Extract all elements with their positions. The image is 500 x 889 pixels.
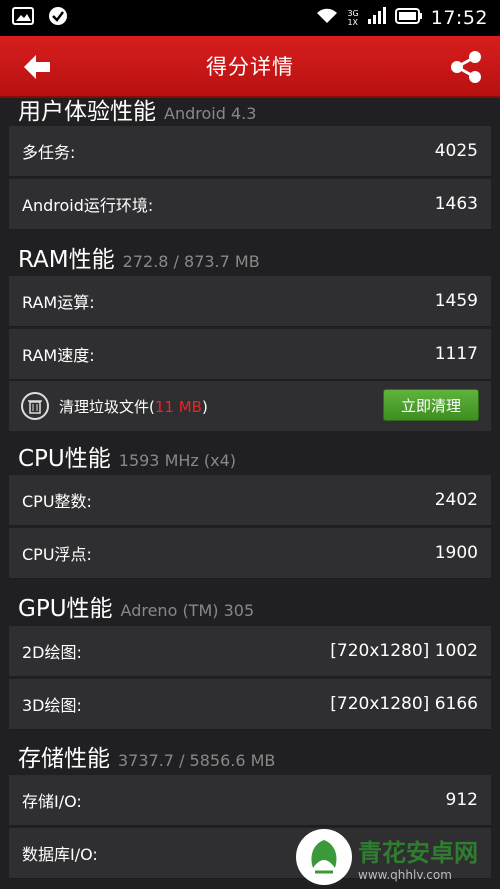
clean-now-button[interactable]: 立即清理 xyxy=(383,389,479,421)
check-icon xyxy=(48,6,68,30)
clock: 17:52 xyxy=(430,7,488,29)
section-header-gpu: GPU性能 Adreno (TM) 305 xyxy=(18,596,255,622)
image-icon xyxy=(12,7,34,29)
page-title: 得分详情 xyxy=(206,55,294,79)
watermark-url: www.qhhlv.com xyxy=(358,867,452,882)
score-row-ram-speed: RAM速度: 1117 xyxy=(9,329,491,380)
score-row-cpu-float: CPU浮点: 1900 xyxy=(9,528,491,579)
network-type: 3G 1X xyxy=(347,9,359,27)
trash-icon xyxy=(21,392,49,420)
section-header-ux: 用户体验性能 Android 4.3 xyxy=(18,99,257,125)
signal-icon xyxy=(367,6,387,30)
share-icon[interactable] xyxy=(448,49,484,85)
watermark: 青花安卓网 www.qhhlv.com xyxy=(290,825,500,889)
junk-size: 11 MB xyxy=(154,397,202,416)
score-row-multitask: 多任务: 4025 xyxy=(9,126,491,177)
watermark-name: 青花安卓网 xyxy=(358,838,478,867)
status-bar: 3G 1X 17:52 xyxy=(0,0,500,36)
score-row-2d-graphics: 2D绘图: [720x1280] 1002 xyxy=(9,626,491,677)
clean-junk-row: 清理垃圾文件(11 MB) 立即清理 xyxy=(9,381,491,431)
score-row-android-runtime: Android运行环境: 1463 xyxy=(9,179,491,230)
clean-junk-label: 清理垃圾文件(11 MB) xyxy=(59,397,208,416)
wifi-icon xyxy=(315,7,339,30)
back-arrow-icon[interactable] xyxy=(20,50,54,84)
score-list[interactable]: 用户体验性能 Android 4.3 多任务: 4025 Android运行环境… xyxy=(0,98,500,889)
app-bar: 得分详情 xyxy=(0,36,500,98)
score-row-ram-ops: RAM运算: 1459 xyxy=(9,276,491,327)
section-header-storage: 存储性能 3737.7 / 5856.6 MB xyxy=(18,746,276,772)
watermark-logo-icon xyxy=(296,829,352,885)
battery-icon xyxy=(394,7,423,29)
score-row-storage-io: 存储I/O: 912 xyxy=(9,775,491,826)
section-header-ram: RAM性能 272.8 / 873.7 MB xyxy=(18,247,260,273)
score-row-3d-graphics: 3D绘图: [720x1280] 6166 xyxy=(9,679,491,730)
score-row-cpu-integer: CPU整数: 2402 xyxy=(9,475,491,526)
section-header-cpu: CPU性能 1593 MHz (x4) xyxy=(18,446,237,472)
